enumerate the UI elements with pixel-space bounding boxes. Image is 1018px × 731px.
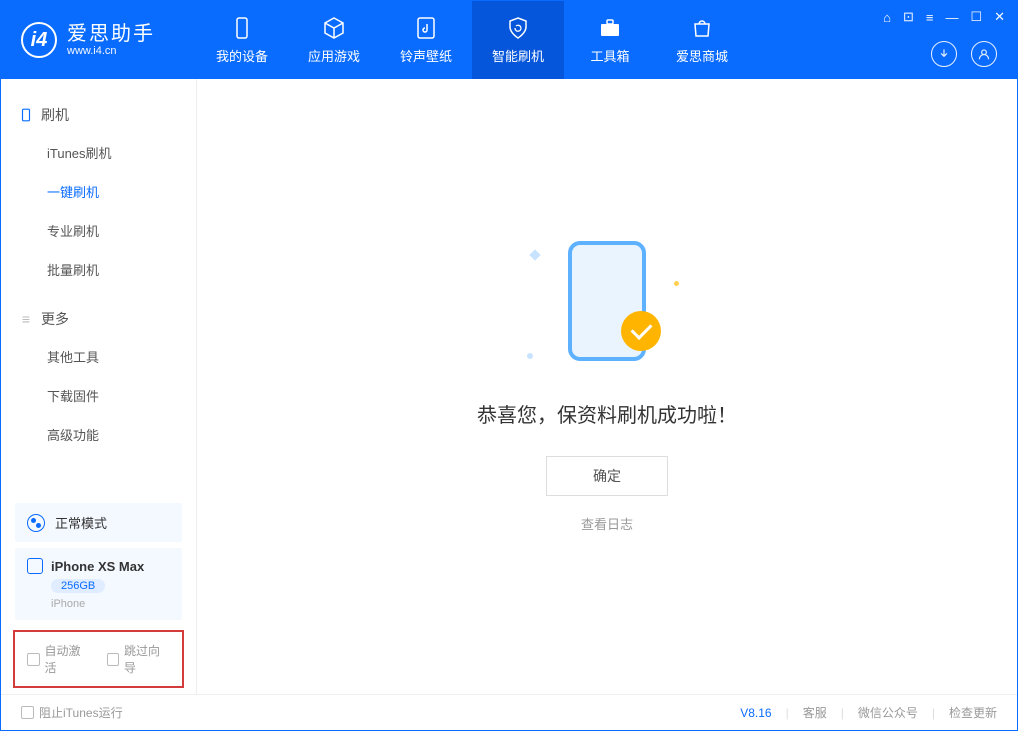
device-type: iPhone <box>51 598 170 610</box>
sidebar-item-itunes-flash[interactable]: iTunes刷机 <box>1 133 196 172</box>
checkbox-icon <box>21 706 34 719</box>
sidebar: 刷机 iTunes刷机 一键刷机 专业刷机 批量刷机 ≡ 更多 其他工具 下载固… <box>1 79 197 694</box>
mode-label: 正常模式 <box>55 513 107 532</box>
footer-link-wechat[interactable]: 微信公众号 <box>858 704 918 721</box>
nav-store[interactable]: 爱思商城 <box>656 1 748 79</box>
maximize-button[interactable]: ☐ <box>970 9 982 25</box>
footer: 阻止iTunes运行 V8.16 | 客服 | 微信公众号 | 检查更新 <box>1 694 1017 730</box>
sidebar-section-more[interactable]: ≡ 更多 <box>1 301 196 337</box>
checkbox-icon <box>107 653 120 666</box>
download-button[interactable] <box>931 41 957 67</box>
mode-icon <box>27 514 45 532</box>
checkbox-block-itunes[interactable]: 阻止iTunes运行 <box>21 704 123 721</box>
logo[interactable]: i4 爱思助手 www.i4.cn <box>21 22 196 58</box>
footer-link-update[interactable]: 检查更新 <box>949 704 997 721</box>
options-row: 自动激活 跳过向导 <box>13 630 184 688</box>
close-button[interactable]: ✕ <box>994 9 1005 25</box>
device-card[interactable]: iPhone XS Max 256GB iPhone <box>15 548 182 620</box>
nav-my-device[interactable]: 我的设备 <box>196 1 288 79</box>
header-right-buttons <box>931 41 997 67</box>
list-icon: ≡ <box>19 312 33 326</box>
nav-apps[interactable]: 应用游戏 <box>288 1 380 79</box>
device-capacity: 256GB <box>51 579 105 593</box>
device-phone-icon <box>27 558 43 574</box>
music-file-icon <box>413 15 439 41</box>
version-label: V8.16 <box>740 706 771 720</box>
sidebar-item-one-click-flash[interactable]: 一键刷机 <box>1 172 196 211</box>
menu-icon[interactable]: ≡ <box>926 10 934 25</box>
window-controls-top: ⌂ ⊡ ≡ — ☐ ✕ <box>883 9 1005 25</box>
sidebar-item-advanced[interactable]: 高级功能 <box>1 415 196 454</box>
main-content: 恭喜您，保资料刷机成功啦！ 确定 查看日志 <box>197 79 1017 694</box>
mode-card[interactable]: 正常模式 <box>15 503 182 542</box>
sidebar-section-flash[interactable]: 刷机 <box>1 97 196 133</box>
ok-button[interactable]: 确定 <box>546 456 668 496</box>
success-illustration <box>527 241 687 371</box>
minimize-button[interactable]: — <box>945 10 958 25</box>
shield-refresh-icon <box>505 15 531 41</box>
device-icon <box>229 15 255 41</box>
briefcase-icon <box>597 15 623 41</box>
checkbox-icon <box>27 653 40 666</box>
nav-tabs: 我的设备 应用游戏 铃声壁纸 智能刷机 工具箱 爱思商城 <box>196 1 748 79</box>
app-title: 爱思助手 <box>67 23 155 45</box>
shirt-icon[interactable]: ⌂ <box>883 10 891 25</box>
cube-icon <box>321 15 347 41</box>
bag-icon <box>689 15 715 41</box>
phone-icon <box>19 108 33 122</box>
logo-icon: i4 <box>21 22 57 58</box>
nav-ringtones[interactable]: 铃声壁纸 <box>380 1 472 79</box>
sidebar-item-download-firmware[interactable]: 下载固件 <box>1 376 196 415</box>
nav-toolbox[interactable]: 工具箱 <box>564 1 656 79</box>
checkbox-auto-activate[interactable]: 自动激活 <box>27 642 91 676</box>
footer-link-support[interactable]: 客服 <box>803 704 827 721</box>
app-url: www.i4.cn <box>67 45 155 57</box>
nav-flash[interactable]: 智能刷机 <box>472 1 564 79</box>
sidebar-item-pro-flash[interactable]: 专业刷机 <box>1 211 196 250</box>
sidebar-item-batch-flash[interactable]: 批量刷机 <box>1 250 196 289</box>
header: i4 爱思助手 www.i4.cn 我的设备 应用游戏 铃声壁纸 智能刷机 工具… <box>1 1 1017 79</box>
sidebar-item-other-tools[interactable]: 其他工具 <box>1 337 196 376</box>
user-button[interactable] <box>971 41 997 67</box>
view-log-link[interactable]: 查看日志 <box>581 514 633 533</box>
lock-icon[interactable]: ⊡ <box>903 9 914 25</box>
check-badge-icon <box>621 311 661 351</box>
device-name: iPhone XS Max <box>51 559 144 574</box>
checkbox-skip-guide[interactable]: 跳过向导 <box>107 642 171 676</box>
success-message: 恭喜您，保资料刷机成功啦！ <box>477 399 737 428</box>
